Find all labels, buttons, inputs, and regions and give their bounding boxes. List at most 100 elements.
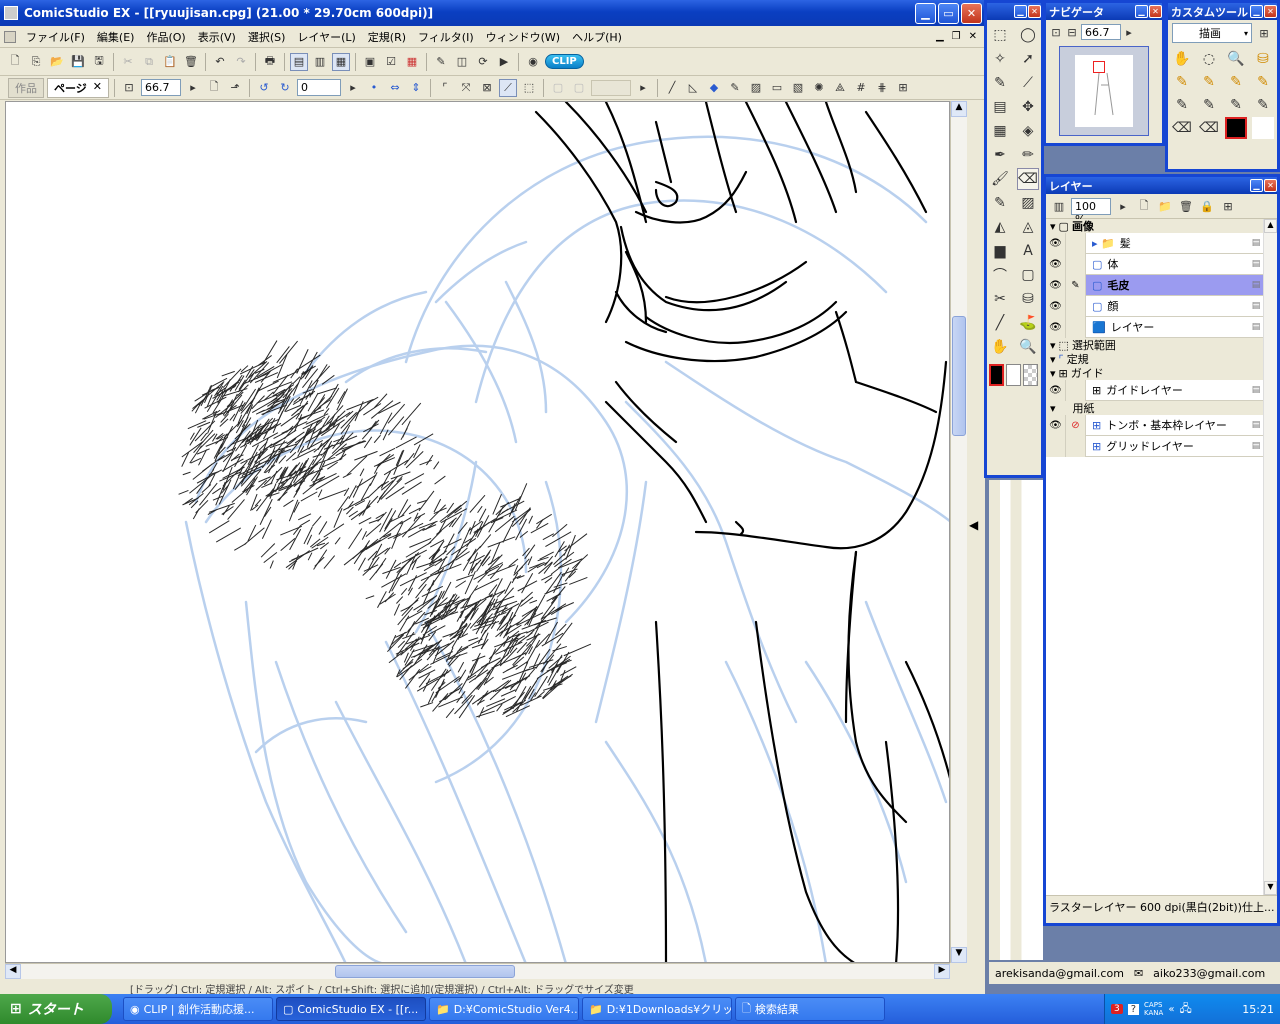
custom-mode-select[interactable]: 描画 ▾ xyxy=(1172,23,1252,43)
doc-restore-icon[interactable]: ❐ xyxy=(952,31,961,42)
brush-tool-icon[interactable]: 🖌 xyxy=(989,168,1011,190)
marker-tool-icon[interactable]: ✎ xyxy=(989,192,1011,214)
fill-pattern-tool-icon[interactable]: ▨ xyxy=(1017,192,1039,214)
color-black-swatch[interactable] xyxy=(989,364,1004,386)
group-selection[interactable]: ▾ ⬚ 選択範囲 xyxy=(1046,338,1263,352)
custom-tool-14-icon[interactable] xyxy=(1225,117,1247,139)
navigator-title-bar[interactable]: ナビゲータ ▁ ✕ xyxy=(1046,3,1162,20)
custom-tool-1-icon[interactable]: ◌ xyxy=(1198,48,1220,70)
custom-close-button[interactable]: ✕ xyxy=(1264,5,1277,18)
paper-layer-row[interactable]: ⊞ グリッドレイヤー ▤ xyxy=(1046,435,1263,457)
custom-tool-0-icon[interactable]: ✋ xyxy=(1171,48,1193,70)
rotate-right-icon[interactable]: ↻ xyxy=(276,79,294,97)
object-tool-icon[interactable]: ◈ xyxy=(1017,120,1039,142)
open-icon[interactable]: 📂 xyxy=(48,53,66,71)
rotate-arrow-icon[interactable]: ▸ xyxy=(344,79,362,97)
doc-minimize-icon[interactable]: ▁ xyxy=(936,31,944,42)
new-layer-icon[interactable]: 🗋 xyxy=(1135,197,1153,215)
custom-tool-8-icon[interactable]: ✎ xyxy=(1171,94,1193,116)
layer-edit-icon[interactable]: ⊘ xyxy=(1066,414,1086,436)
triangle-icon[interactable]: ◺ xyxy=(684,79,702,97)
title-bar[interactable]: ComicStudio EX - [[ryuujisan.cpg] (21.00… xyxy=(0,0,985,26)
custom-tool-7-icon[interactable]: ✎ xyxy=(1252,71,1274,93)
dot-icon[interactable]: • xyxy=(365,79,383,97)
snap-grid-icon[interactable]: ⬚ xyxy=(520,79,538,97)
new-page-icon[interactable]: ⎘ xyxy=(27,53,45,71)
table-tool-icon[interactable]: ▦ xyxy=(989,120,1011,142)
ruler-pen-tool-icon[interactable]: ╱ xyxy=(989,312,1011,334)
select-pen-tool-icon[interactable]: ✎ xyxy=(989,72,1011,94)
scroll-down-arrow[interactable]: ▼ xyxy=(951,947,967,963)
tray-network-icon[interactable]: 🖧 xyxy=(1179,1000,1191,1019)
mail-b[interactable]: aiko233@gmail.com xyxy=(1153,967,1265,980)
navigator-viewport[interactable] xyxy=(1093,61,1105,73)
menu-item-4[interactable]: 選択(S) xyxy=(242,29,292,45)
window-icon[interactable]: ◫ xyxy=(453,53,471,71)
globe-icon[interactable]: ◉ xyxy=(524,53,542,71)
menu-item-1[interactable]: 編集(E) xyxy=(91,29,141,45)
custom-options-icon[interactable]: ⊞ xyxy=(1255,24,1273,42)
pen-1-icon[interactable]: ╱ xyxy=(663,79,681,97)
custom-tool-11-icon[interactable]: ✎ xyxy=(1252,94,1274,116)
cut-icon[interactable]: ✂ xyxy=(119,53,137,71)
pen-tool-icon[interactable]: ✒ xyxy=(989,144,1011,166)
custom-minimize-button[interactable]: ▁ xyxy=(1250,5,1263,18)
move-tool-icon[interactable]: ✥ xyxy=(1017,96,1039,118)
tools-close-button[interactable]: ✕ xyxy=(1028,5,1041,18)
fit-icon[interactable]: ⊡ xyxy=(120,79,138,97)
taskbar-button-0[interactable]: ◉ CLIP | 創作活動応援... xyxy=(123,997,273,1021)
group-image[interactable]: ▾ ▢ 画像 xyxy=(1046,219,1263,233)
transform-icon[interactable]: ⤧ xyxy=(457,79,475,97)
marquee-tool-icon[interactable]: ⬚ xyxy=(989,24,1011,46)
nav-actual-icon[interactable]: ⊟ xyxy=(1065,23,1079,41)
flip-v-icon[interactable]: ⇕ xyxy=(407,79,425,97)
snap-icon[interactable]: ⊠ xyxy=(478,79,496,97)
custom-tool-12-icon[interactable]: ⌫ xyxy=(1171,117,1193,139)
layer-edit-icon[interactable]: ✎ xyxy=(1066,274,1086,296)
navigator-minimize-button[interactable]: ▁ xyxy=(1135,5,1148,18)
custom-tool-4-icon[interactable]: ✎ xyxy=(1171,71,1193,93)
tray-expand-icon[interactable]: « xyxy=(1168,1004,1174,1015)
scroll-left-arrow[interactable]: ◀ xyxy=(5,964,21,979)
layer-move-tool-icon[interactable]: ▤ xyxy=(989,96,1011,118)
menu-item-2[interactable]: 作品(O) xyxy=(140,29,191,45)
eye-icon[interactable]: 👁 xyxy=(1046,295,1066,317)
grid-2-icon[interactable]: ⋕ xyxy=(873,79,891,97)
panel-icon[interactable]: ▣ xyxy=(361,53,379,71)
custom-tool-9-icon[interactable]: ✎ xyxy=(1198,94,1220,116)
rotate-field[interactable]: 0 xyxy=(297,79,341,96)
layer-edit-icon[interactable] xyxy=(1066,379,1086,401)
zoom-field[interactable]: 66.7 xyxy=(141,79,181,96)
taskbar-button-3[interactable]: 📁 D:¥1Downloads¥クリッ... xyxy=(582,997,732,1021)
flip-h-icon[interactable]: ⇔ xyxy=(386,79,404,97)
redo-icon[interactable]: ↷ xyxy=(232,53,250,71)
nav-fit-icon[interactable]: ⊡ xyxy=(1049,23,1063,41)
tools-title[interactable]: ▁ ✕ xyxy=(987,3,1041,20)
eye-icon[interactable]: 👁 xyxy=(1046,316,1066,338)
gradient-fill-tool-icon[interactable]: ◬ xyxy=(1017,216,1039,238)
pencil-tool-icon[interactable]: ✏ xyxy=(1017,144,1039,166)
zoom-tool-icon[interactable]: 🔍 xyxy=(1017,336,1039,358)
pen-2-icon[interactable]: ✎ xyxy=(726,79,744,97)
property-icon[interactable]: ☑ xyxy=(382,53,400,71)
layer-property-icon[interactable]: ▤ xyxy=(1249,238,1263,248)
arrow-tool-icon[interactable]: ➚ xyxy=(1017,48,1039,70)
save-icon[interactable]: 💾 xyxy=(69,53,87,71)
minimize-button[interactable]: ▁ xyxy=(915,2,936,24)
layer-menu-icon[interactable]: ⊞ xyxy=(1219,197,1237,215)
arrow-icon[interactable]: ▸ xyxy=(634,79,652,97)
eye-icon[interactable] xyxy=(1046,435,1066,457)
rotate-left-icon[interactable]: ↺ xyxy=(255,79,273,97)
scroll-right-arrow[interactable]: ▶ xyxy=(934,964,950,979)
view-spread-icon[interactable]: ▥ xyxy=(311,53,329,71)
layer-row[interactable]: 👁 ▢ 顔 ▤ xyxy=(1046,295,1263,317)
layer-edit-icon[interactable] xyxy=(1066,295,1086,317)
page-icon[interactable]: 🗋 xyxy=(205,79,223,97)
menu-item-0[interactable]: ファイル(F) xyxy=(20,29,91,45)
layer-property-icon[interactable]: ▤ xyxy=(1249,420,1263,430)
custom-tool-10-icon[interactable]: ✎ xyxy=(1225,94,1247,116)
rect-tool-icon[interactable]: ▢ xyxy=(1017,264,1039,286)
vertical-scrollbar[interactable]: ▲ ▼ xyxy=(950,101,967,963)
refresh-icon[interactable]: ⟳ xyxy=(474,53,492,71)
horizontal-scrollbar[interactable]: ◀ ▶ xyxy=(5,963,950,979)
